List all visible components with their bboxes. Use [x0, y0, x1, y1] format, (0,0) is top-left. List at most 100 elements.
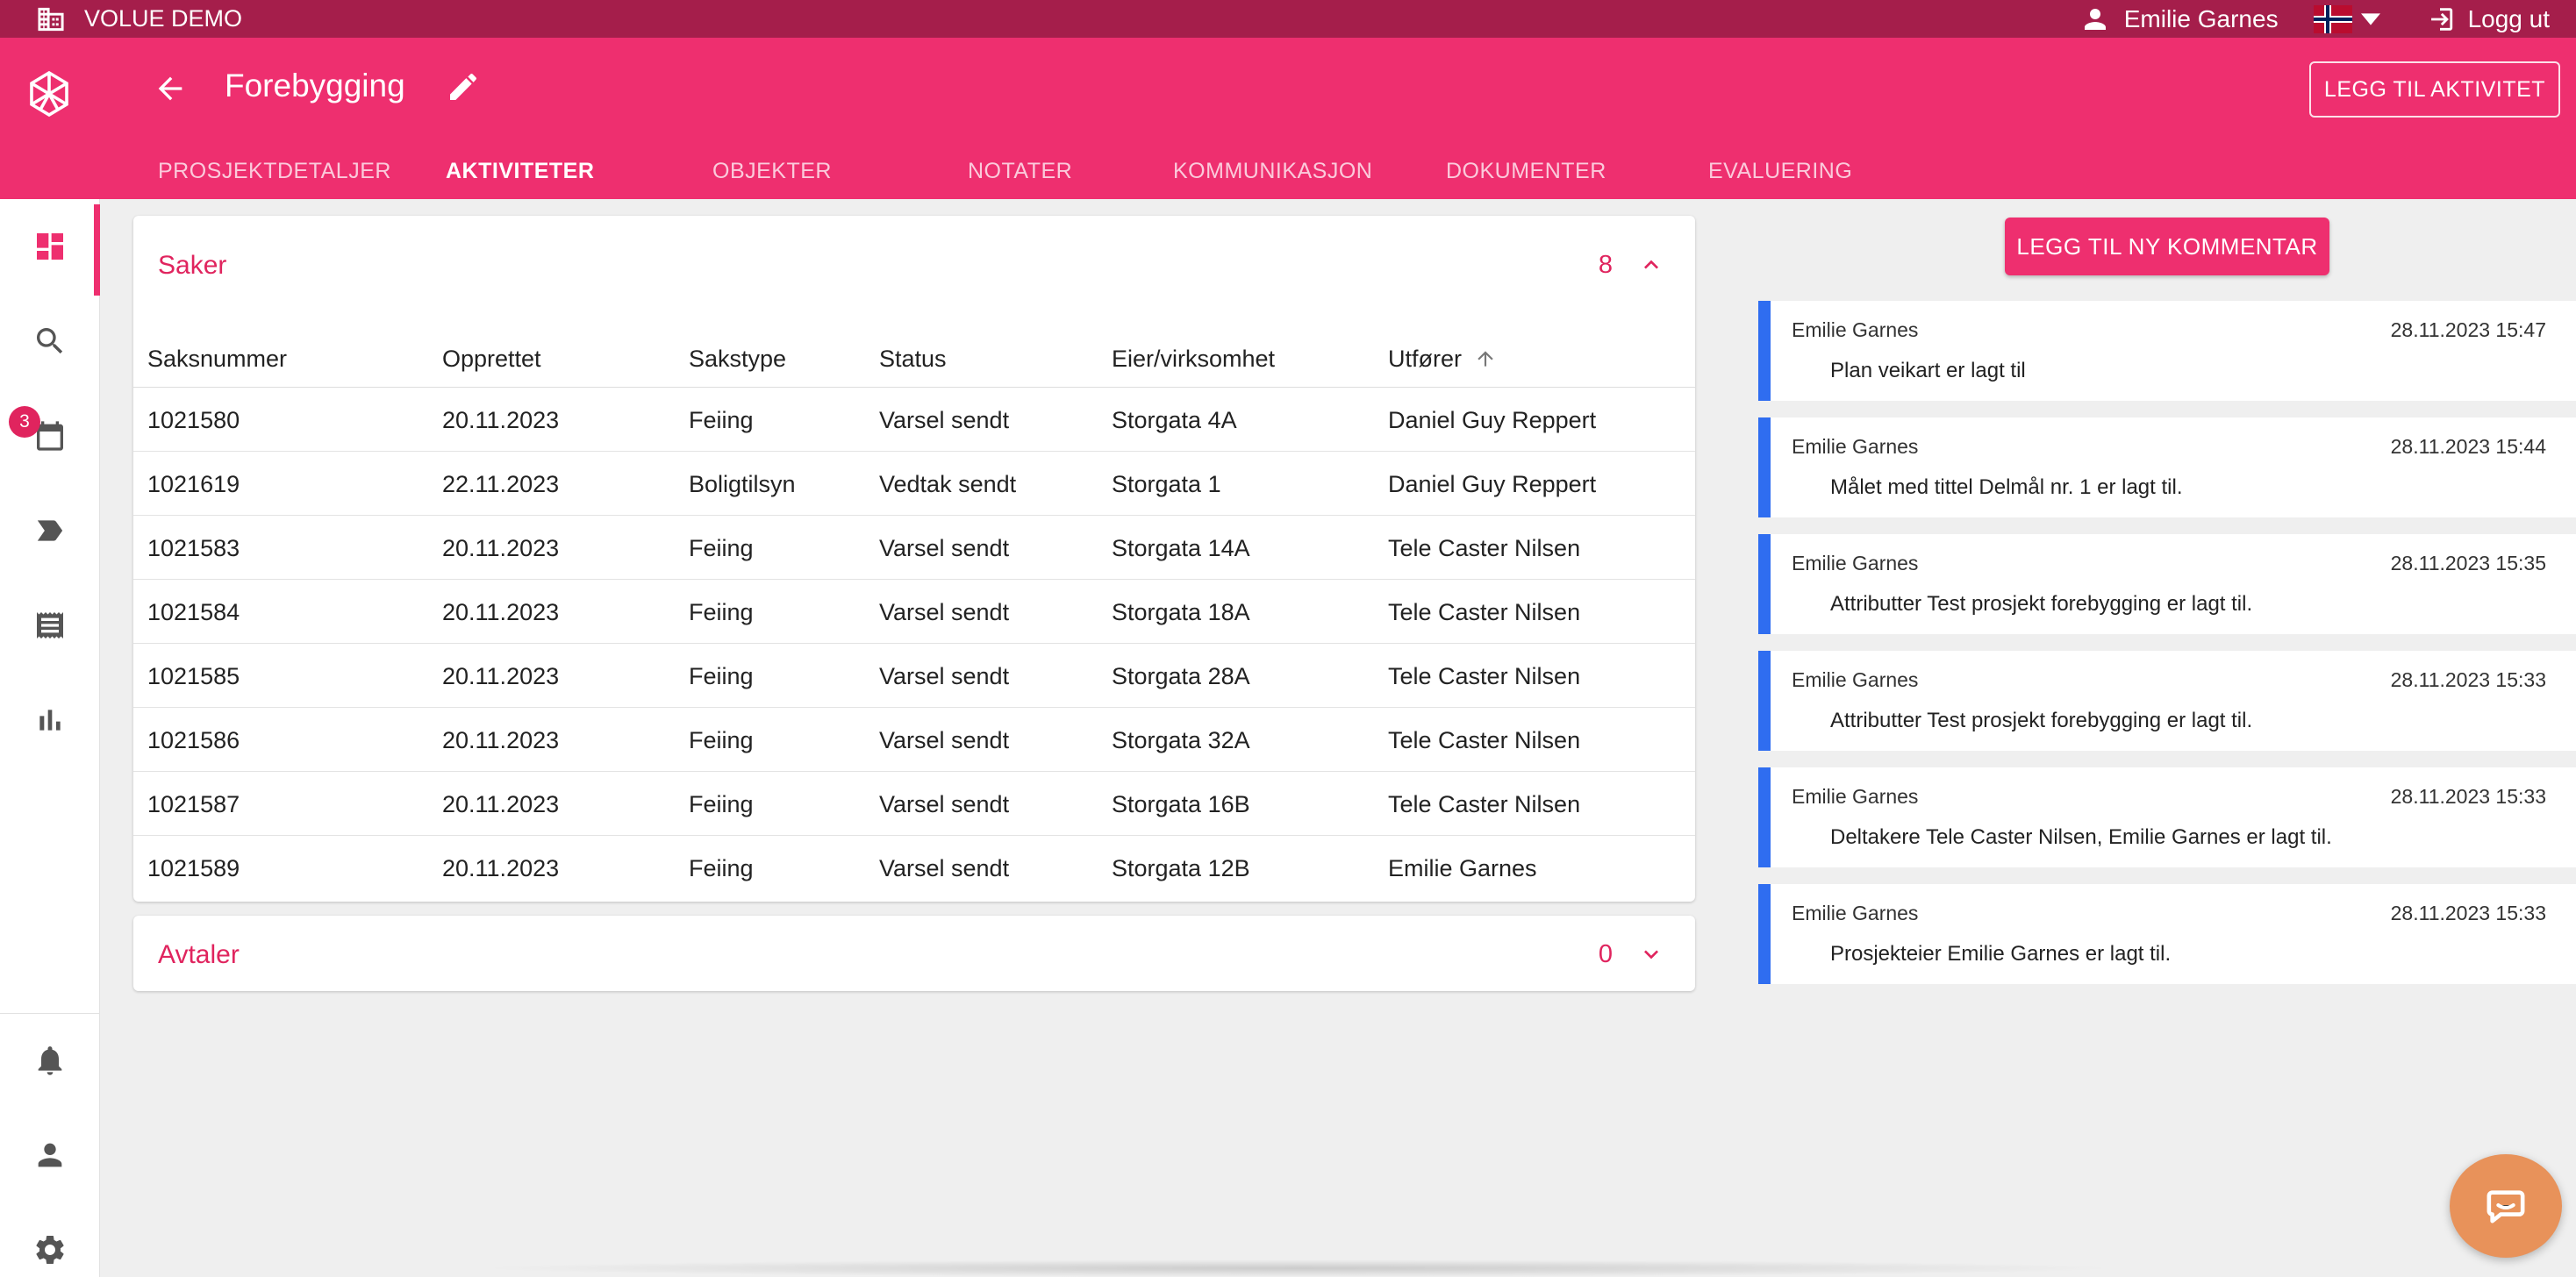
sidebar-item-dashboard[interactable] — [0, 199, 100, 296]
comment-text: Prosjekteier Emilie Garnes er lagt til. — [1830, 942, 2172, 966]
edit-title-button[interactable] — [446, 69, 481, 109]
column-header-utforer[interactable]: Utfører — [1388, 346, 1497, 373]
table-row[interactable]: 1021580 20.11.2023 Feiing Varsel sendt S… — [133, 388, 1695, 452]
cell-saksnummer: 1021619 — [147, 471, 240, 497]
table-row[interactable]: 1021589 20.11.2023 Feiing Varsel sendt S… — [133, 836, 1695, 900]
column-header-eier[interactable]: Eier/virksomhet — [1112, 346, 1275, 373]
cell-sakstype: Feiing — [689, 535, 754, 561]
sidebar: 3 — [0, 199, 100, 1277]
cell-eier: Storgata 16B — [1112, 791, 1250, 817]
pencil-icon — [450, 74, 476, 100]
column-header-status[interactable]: Status — [879, 346, 947, 373]
language-selector[interactable] — [2313, 4, 2380, 33]
organization[interactable]: VOLUE DEMO — [35, 5, 242, 33]
cell-saksnummer: 1021587 — [147, 791, 240, 817]
comment-item: Emilie Garnes 28.11.2023 15:35 Attributt… — [1758, 534, 2576, 634]
cell-utforer: Emilie Garnes — [1388, 855, 1537, 881]
table-row[interactable]: 1021587 20.11.2023 Feiing Varsel sendt S… — [133, 772, 1695, 836]
user-menu[interactable]: Emilie Garnes — [2082, 5, 2279, 33]
cell-status: Varsel sendt — [879, 855, 1010, 881]
cell-eier: Storgata 28A — [1112, 663, 1250, 689]
cell-saksnummer: 1021580 — [147, 407, 240, 433]
comment-time: 28.11.2023 15:47 — [2390, 318, 2546, 341]
saker-table-header: Saksnummer Opprettet Sakstype Status Eie… — [133, 335, 1695, 388]
chat-launcher-button[interactable] — [2450, 1154, 2562, 1258]
sidebar-item-notifications[interactable] — [0, 1013, 100, 1108]
cell-status: Vedtak sendt — [879, 471, 1017, 497]
sidebar-item-profile[interactable] — [0, 1108, 100, 1202]
cell-eier: Storgata 12B — [1112, 855, 1250, 881]
saker-collapse-button[interactable] — [1637, 251, 1665, 283]
cell-status: Varsel sendt — [879, 407, 1010, 433]
table-row[interactable]: 1021585 20.11.2023 Feiing Varsel sendt S… — [133, 644, 1695, 708]
sort-arrow-up-icon — [1477, 351, 1493, 367]
tab-kommunikasjon[interactable]: KOMMUNIKASJON — [1173, 159, 1372, 184]
table-row[interactable]: 1021586 20.11.2023 Feiing Varsel sendt S… — [133, 708, 1695, 772]
comment-time: 28.11.2023 15:33 — [2390, 785, 2546, 808]
sidebar-item-calendar[interactable] — [0, 389, 100, 483]
tab-evaluering[interactable]: EVALUERING — [1708, 159, 1852, 184]
cell-utforer: Tele Caster Nilsen — [1388, 727, 1581, 753]
bar-chart-icon — [39, 710, 61, 731]
comment-author: Emilie Garnes — [1792, 785, 1919, 808]
comment-text: Deltakere Tele Caster Nilsen, Emilie Gar… — [1830, 825, 2332, 849]
cell-opprettet: 20.11.2023 — [442, 535, 560, 561]
comment-item: Emilie Garnes 28.11.2023 15:33 Attributt… — [1758, 651, 2576, 751]
comment-author: Emilie Garnes — [1792, 318, 1919, 341]
add-activity-button[interactable]: LEGG TIL AKTIVITET — [2309, 61, 2560, 118]
tab-dokumenter[interactable]: DOKUMENTER — [1446, 159, 1606, 184]
comment-text: Attributter Test prosjekt forebygging er… — [1830, 709, 2253, 732]
app-logo[interactable] — [26, 69, 72, 123]
comment-author: Emilie Garnes — [1792, 435, 1919, 458]
gear-icon — [36, 1236, 64, 1264]
sidebar-item-search[interactable] — [0, 294, 100, 389]
cell-utforer: Tele Caster Nilsen — [1388, 791, 1581, 817]
cell-opprettet: 20.11.2023 — [442, 791, 560, 817]
arrow-left-icon — [158, 76, 182, 101]
cell-utforer: Daniel Guy Reppert — [1388, 407, 1597, 433]
table-row[interactable]: 1021584 20.11.2023 Feiing Varsel sendt S… — [133, 580, 1695, 644]
column-header-opprettet[interactable]: Opprettet — [442, 346, 541, 373]
bell-icon — [38, 1046, 62, 1075]
saker-title[interactable]: Saker — [158, 251, 226, 281]
table-row[interactable]: 1021619 22.11.2023 Boligtilsyn Vedtak se… — [133, 452, 1695, 516]
cell-status: Varsel sendt — [879, 599, 1010, 625]
system-bar: VOLUE DEMO Emilie Garnes Logg ut — [0, 0, 2576, 38]
tab-prosjektdetaljer[interactable]: PROSJEKTDETALJER — [158, 159, 391, 184]
add-comment-button[interactable]: LEGG TIL NY KOMMENTAR — [2005, 218, 2329, 275]
cell-utforer: Daniel Guy Reppert — [1388, 471, 1597, 497]
user-name: Emilie Garnes — [2123, 4, 2279, 32]
avtaler-title[interactable]: Avtaler — [158, 940, 240, 970]
column-header-sakstype[interactable]: Sakstype — [689, 346, 786, 373]
comment-item: Emilie Garnes 28.11.2023 15:33 Prosjekte… — [1758, 884, 2576, 984]
avtaler-expand-button[interactable] — [1637, 940, 1665, 973]
table-row[interactable]: 1021583 20.11.2023 Feiing Varsel sendt S… — [133, 516, 1695, 580]
sidebar-item-labels[interactable] — [0, 483, 100, 578]
cell-utforer: Tele Caster Nilsen — [1388, 663, 1581, 689]
calendar-count-badge: 3 — [9, 406, 40, 438]
sidebar-item-statistics[interactable] — [0, 673, 100, 767]
sidebar-item-receipts[interactable] — [0, 578, 100, 673]
person-icon — [2084, 8, 2106, 30]
logout-button[interactable]: Logg ut — [2424, 4, 2550, 34]
tab-notater[interactable]: NOTATER — [968, 159, 1072, 184]
saker-panel: Saker 8 Saksnummer Opprettet Sakstype St… — [133, 216, 1695, 902]
cell-eier: Storgata 32A — [1112, 727, 1250, 753]
back-button[interactable] — [153, 71, 188, 111]
volue-logo-icon — [30, 70, 68, 118]
tab-aktiviteter[interactable]: AKTIVITETER — [446, 159, 594, 184]
sidebar-item-settings[interactable] — [0, 1202, 100, 1277]
cell-saksnummer: 1021585 — [147, 663, 240, 689]
cell-saksnummer: 1021586 — [147, 727, 240, 753]
cell-saksnummer: 1021583 — [147, 535, 240, 561]
column-header-saksnummer[interactable]: Saksnummer — [147, 346, 287, 373]
cell-sakstype: Feiing — [689, 727, 754, 753]
building-icon — [38, 7, 64, 31]
avtaler-panel[interactable]: Avtaler 0 — [133, 916, 1695, 991]
cell-status: Varsel sendt — [879, 663, 1010, 689]
cell-saksnummer: 1021584 — [147, 599, 240, 625]
comment-time: 28.11.2023 15:33 — [2390, 902, 2546, 924]
tab-objekter[interactable]: OBJEKTER — [712, 159, 832, 184]
comment-author: Emilie Garnes — [1792, 902, 1919, 924]
comment-author: Emilie Garnes — [1792, 552, 1919, 574]
